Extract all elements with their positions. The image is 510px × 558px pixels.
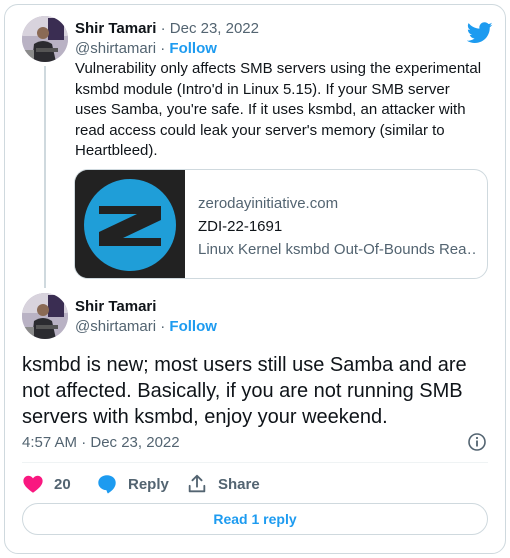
reply-bubble-icon [98,475,116,494]
author-handle[interactable]: @shirtamari [75,318,156,335]
divider [22,462,488,463]
separator-dot: · [160,40,166,57]
link-title: Linux Kernel ksmbd Out-Of-Bounds Rea… [198,241,478,258]
share-label: Share [218,475,260,493]
quoted-tweet-text: Vulnerability only affects SMB servers u… [75,60,482,159]
twitter-bird-icon[interactable] [467,22,493,44]
main-tweet-text: ksmbd is new; most users still use Samba… [22,354,467,428]
follow-button[interactable]: Follow [169,40,217,57]
like-count: 20 [54,475,71,493]
author-handle[interactable]: @shirtamari [75,40,156,57]
avatar[interactable] [22,16,68,62]
tweet-timestamp[interactable]: 4:57 AM · Dec 23, 2022 [22,434,180,451]
share-icon [188,474,206,493]
quoted-tweet-header: Shir Tamari · Dec 23, 2022 [75,20,259,37]
follow-button[interactable]: Follow [169,318,217,335]
info-icon[interactable] [467,432,487,452]
tweet-date[interactable]: Dec 23, 2022 [170,20,259,37]
quoted-tweet-handle-row: @shirtamari · Follow [75,40,217,57]
zdi-logo [75,170,185,278]
reply-label: Reply [128,475,169,493]
separator-dot: · [160,318,166,335]
share-button[interactable]: Share [186,472,260,496]
heart-icon [23,475,43,493]
separator-dot: · [160,20,166,37]
author-name[interactable]: Shir Tamari [75,298,156,315]
read-replies-button[interactable]: Read 1 reply [22,503,488,535]
thread-connector-line [44,66,46,288]
like-button[interactable]: 20 [22,472,71,496]
avatar[interactable] [22,293,68,339]
link-id: ZDI-22-1691 [198,218,283,235]
main-tweet-handle-row: @shirtamari · Follow [75,318,217,335]
link-preview-card[interactable]: zerodayinitiative.com ZDI-22-1691 Linux … [74,169,488,279]
link-domain: zerodayinitiative.com [198,195,339,212]
reply-button[interactable]: Reply [96,472,169,496]
author-name[interactable]: Shir Tamari [75,20,156,37]
